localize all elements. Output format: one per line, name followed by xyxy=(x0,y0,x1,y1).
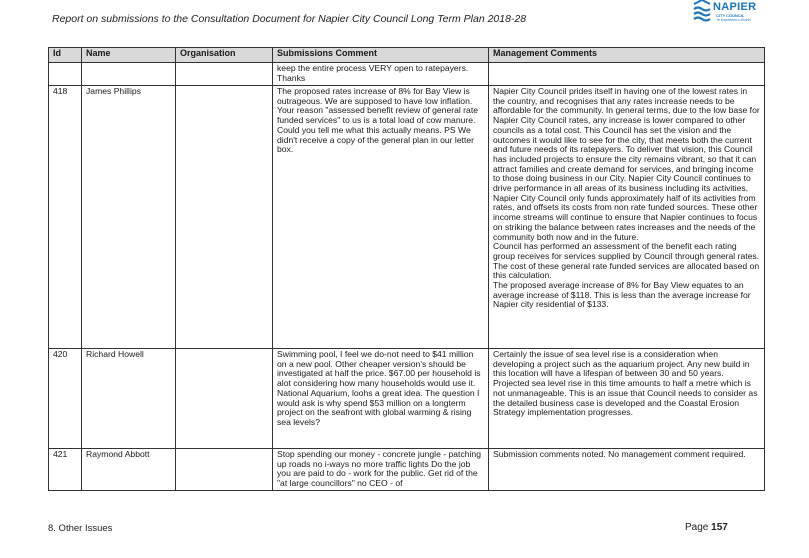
logo-tagline: Te Kaunihera o Ahuriri xyxy=(716,18,751,22)
management-paragraph: Council has performed an assessment of t… xyxy=(493,241,760,281)
cell-submission-comment: keep the entire process VERY open to rat… xyxy=(272,62,489,86)
cell-management-comment: Certainly the issue of sea level rise is… xyxy=(488,348,765,449)
cell-id xyxy=(48,62,82,86)
col-header-submissions-comment: Submissions Comment xyxy=(272,47,489,63)
cell-management-comment: Napier City Council prides itself in hav… xyxy=(488,85,765,349)
napier-logo: NAPIER CITY COUNCIL Te Kaunihera o Ahuri… xyxy=(692,0,762,26)
table-row: 421 Raymond Abbott Stop spending our mon… xyxy=(48,448,765,491)
footer-page-number: Page 157 xyxy=(685,522,728,533)
table-row: 418 James Phillips The proposed rates in… xyxy=(48,85,765,349)
cell-id: 421 xyxy=(48,448,82,491)
cell-name: James Phillips xyxy=(81,85,176,349)
footer-section-label: 8. Other Issues xyxy=(48,523,113,534)
cell-name xyxy=(81,62,176,86)
cell-name: Raymond Abbott xyxy=(81,448,176,491)
col-header-management-comments: Management Comments xyxy=(488,47,765,63)
management-paragraph: Napier City Council prides itself in hav… xyxy=(493,86,760,242)
cell-submission-comment: The proposed rates increase of 8% for Ba… xyxy=(272,85,489,349)
col-header-organisation: Organisation xyxy=(175,47,273,63)
cell-submission-comment: Stop spending our money - concrete jungl… xyxy=(272,448,489,491)
submissions-table: Id Name Organisation Submissions Comment… xyxy=(48,47,765,491)
page-header-title: Report on submissions to the Consultatio… xyxy=(52,13,527,25)
cell-organisation xyxy=(175,348,273,449)
logo-name: NAPIER xyxy=(713,1,757,13)
cell-management-comment: Submission comments noted. No management… xyxy=(488,448,765,491)
page-label: Page xyxy=(685,522,709,533)
cell-organisation xyxy=(175,62,273,86)
cell-submission-comment: Swimming pool, I feel we do-not need to … xyxy=(272,348,489,449)
cell-management-comment xyxy=(488,62,765,86)
table-row: keep the entire process VERY open to rat… xyxy=(48,62,765,86)
waves-logo-icon xyxy=(693,0,711,22)
cell-name: Richard Howell xyxy=(81,348,176,449)
table-row: 420 Richard Howell Swimming pool, I feel… xyxy=(48,348,765,449)
col-header-id: Id xyxy=(48,47,82,63)
page-number: 157 xyxy=(711,522,728,533)
cell-organisation xyxy=(175,448,273,491)
management-paragraph: The proposed average increase of 8% for … xyxy=(493,280,751,310)
col-header-name: Name xyxy=(81,47,176,63)
cell-id: 418 xyxy=(48,85,82,349)
cell-organisation xyxy=(175,85,273,349)
table-header-row: Id Name Organisation Submissions Comment… xyxy=(48,47,765,63)
cell-id: 420 xyxy=(48,348,82,449)
